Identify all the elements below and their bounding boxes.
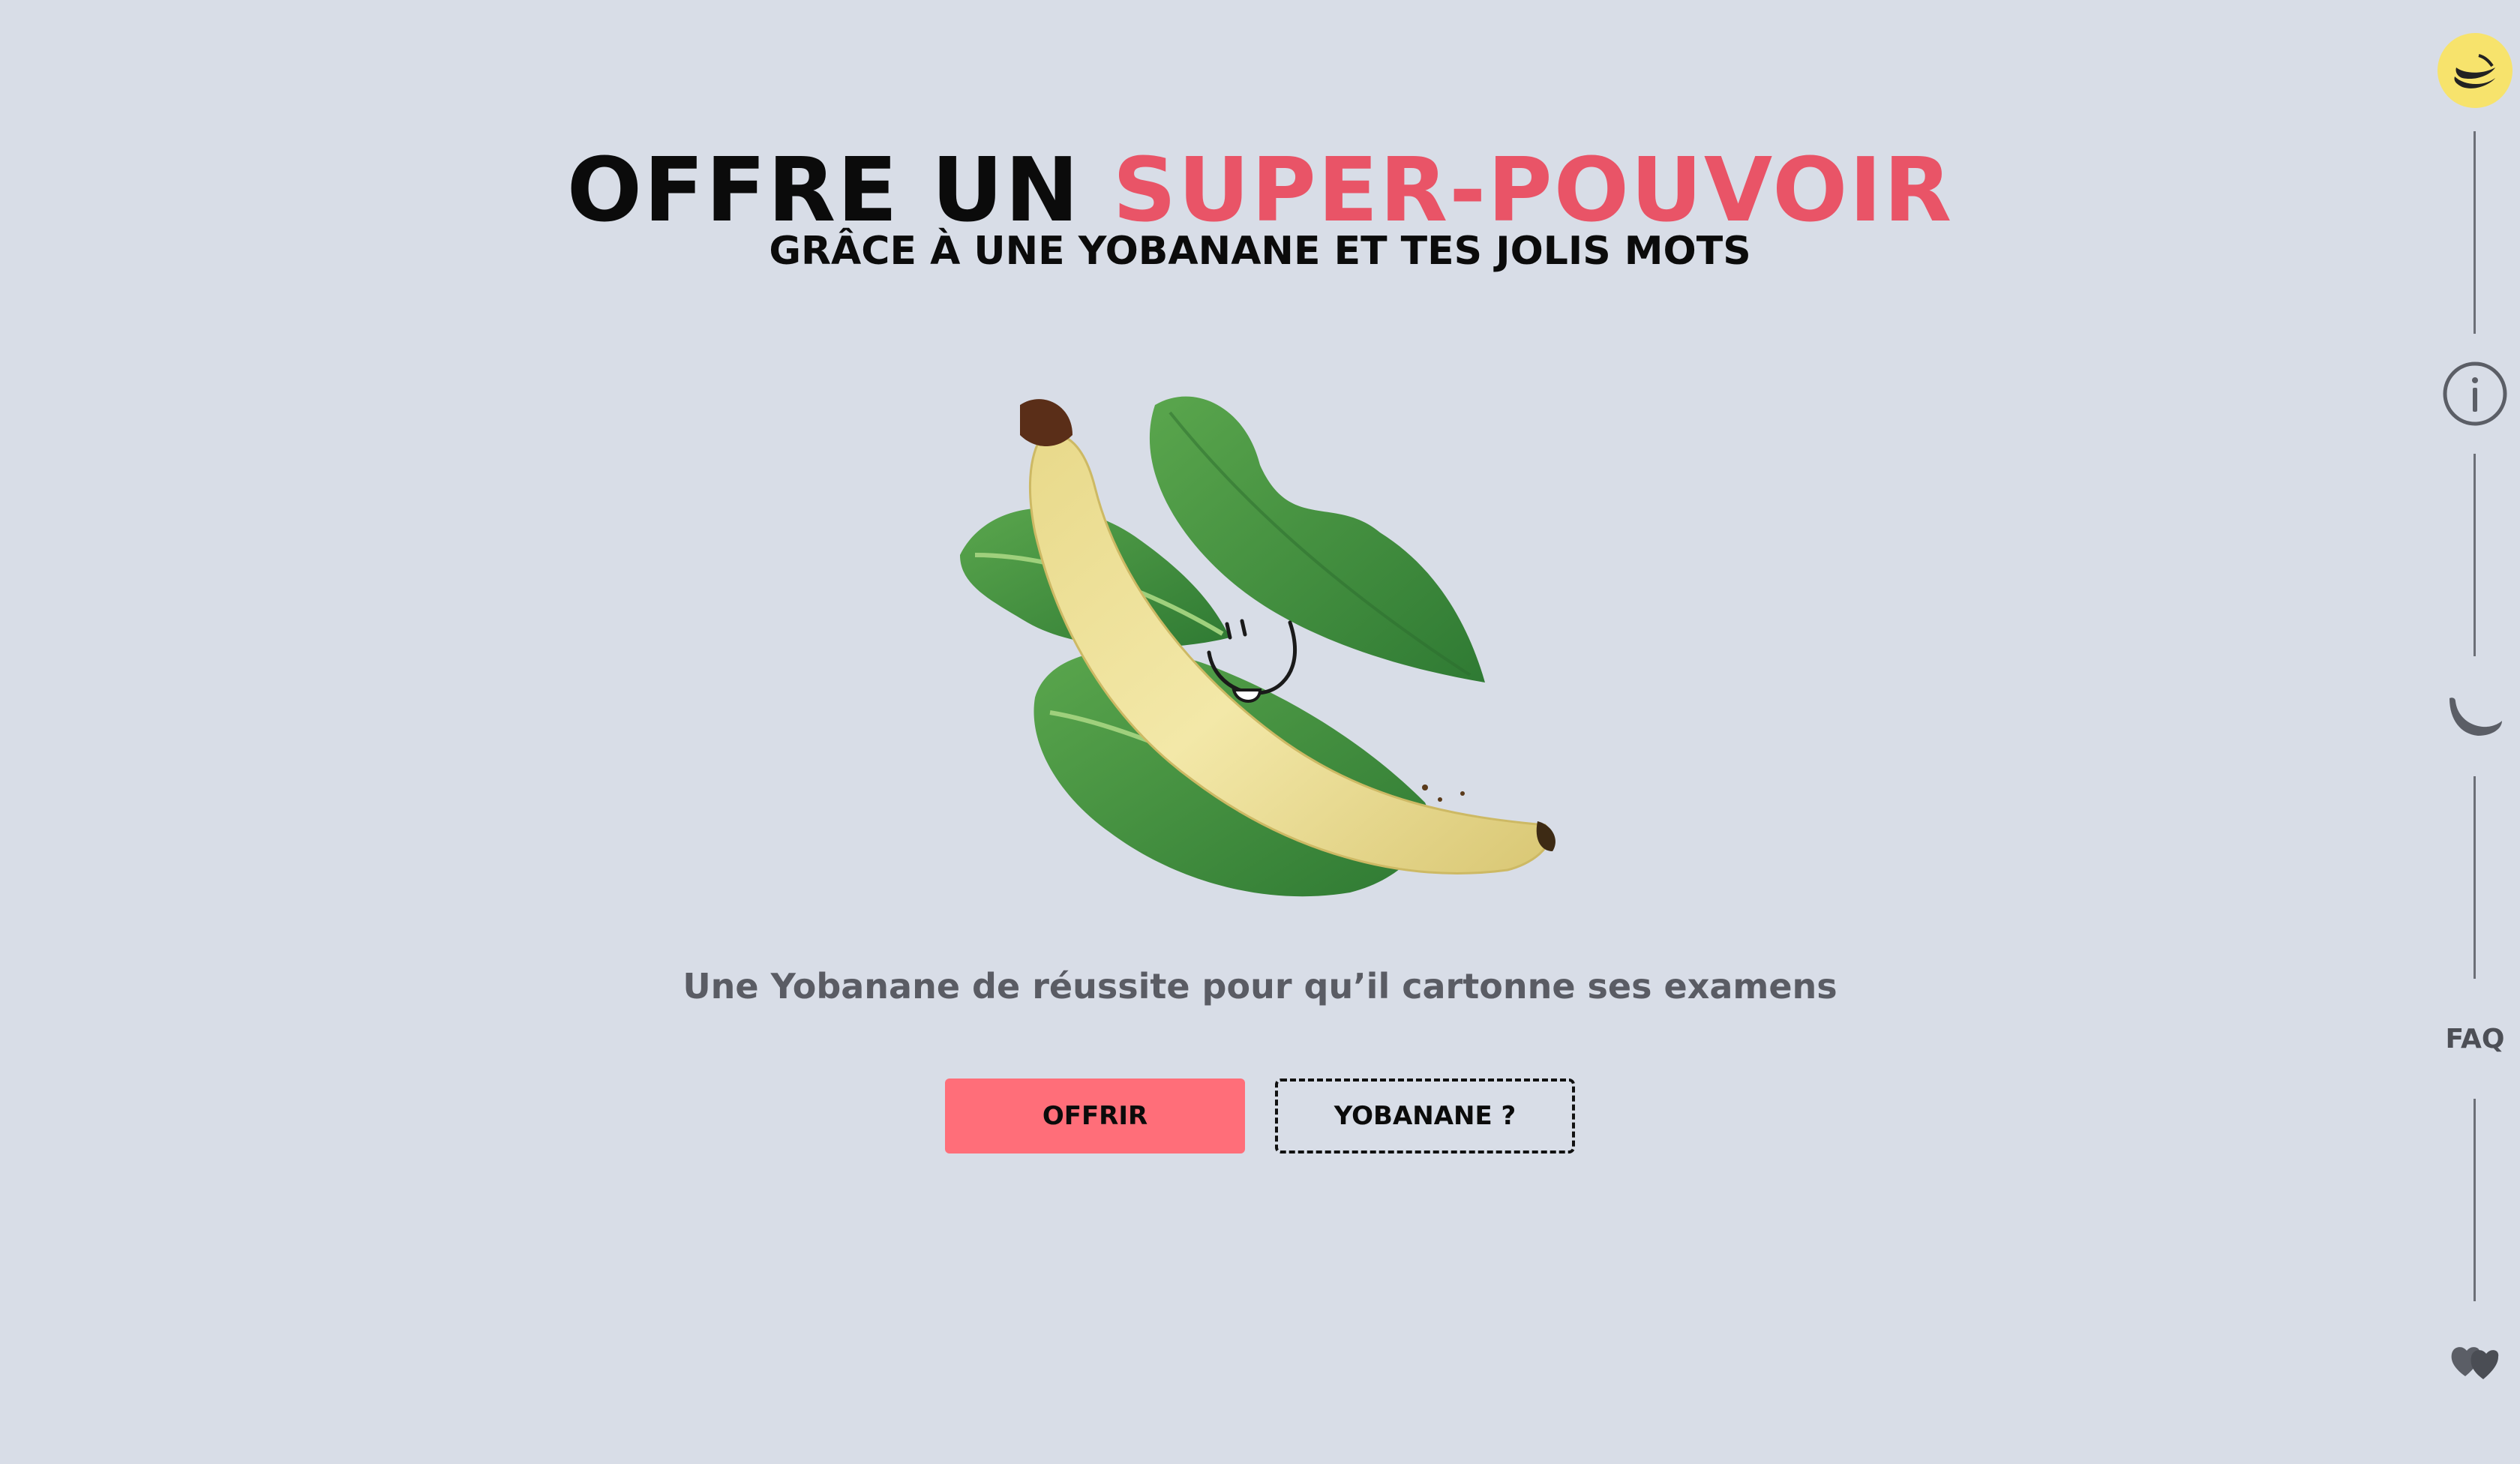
- page-subtitle: GRÂCE À UNE YOBANANE ET TES JOLIS MOTS: [769, 229, 1751, 274]
- rail-info-link[interactable]: [2438, 356, 2512, 431]
- banana-illustration: [945, 382, 1590, 922]
- banana-on-leaves-image: [960, 396, 1556, 897]
- right-navigation-rail: FAQ: [2430, 0, 2520, 1464]
- rail-banana-link[interactable]: [2438, 679, 2512, 754]
- what-is-yobanane-button[interactable]: YOBANANE ?: [1275, 1078, 1575, 1154]
- rail-faq-link[interactable]: FAQ: [2438, 1001, 2512, 1076]
- banana-icon: [2450, 698, 2502, 736]
- hearts-icon: [2451, 1347, 2499, 1379]
- rail-divider: [2474, 776, 2476, 979]
- rail-divider: [2474, 1099, 2476, 1301]
- logo-banana-glyph: [2454, 54, 2495, 88]
- rail-divider: [2474, 454, 2476, 656]
- info-icon: [2443, 362, 2507, 426]
- faq-label: FAQ: [2445, 1023, 2505, 1054]
- tagline-text: Une Yobanane de réussite pour qu’il cart…: [682, 966, 1838, 1006]
- yobanane-logo-icon: [2438, 33, 2512, 108]
- offer-button[interactable]: OFFRIR: [945, 1078, 1245, 1154]
- rail-logo[interactable]: [2438, 33, 2512, 108]
- hero-section: OFFRE UN SUPER-POUVOIR GRÂCE À UNE YOBAN…: [0, 0, 2520, 1464]
- rail-hearts-link[interactable]: [2438, 1324, 2512, 1399]
- rail-divider: [2474, 131, 2476, 334]
